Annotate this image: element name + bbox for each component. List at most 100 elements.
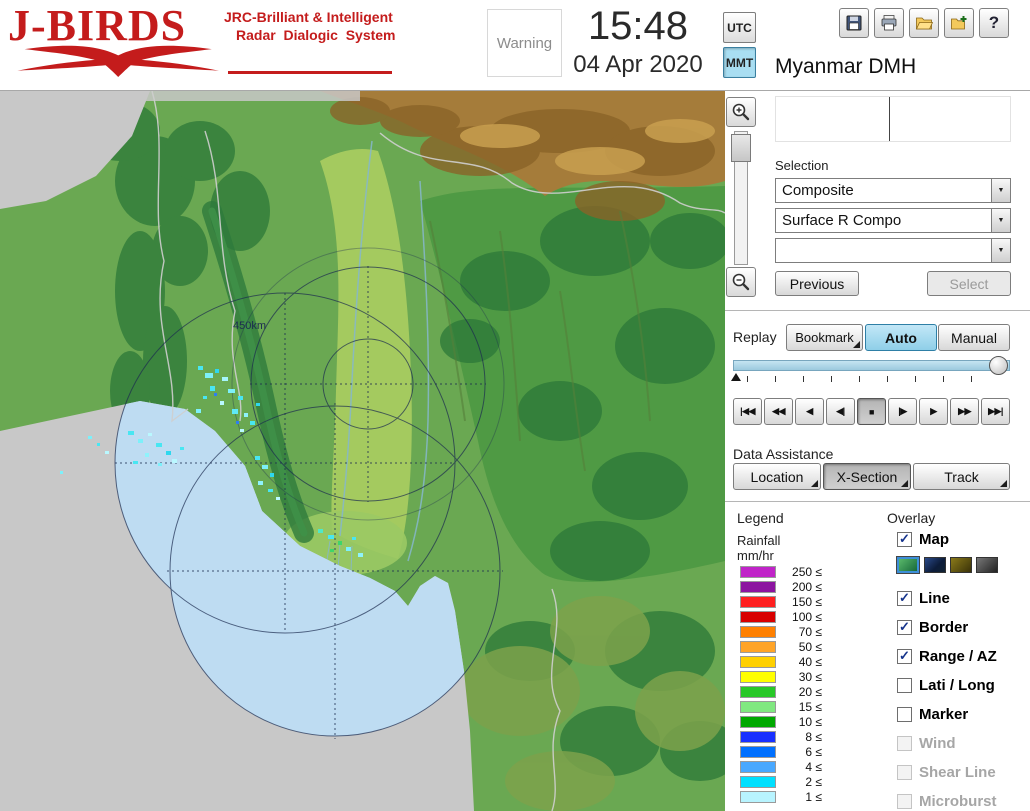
step-forward-button[interactable]: |▶: [888, 398, 917, 425]
track-button-label: Track: [944, 468, 979, 485]
timeline-tick: [971, 376, 972, 382]
location-button[interactable]: Location: [733, 463, 821, 490]
panel-separator: [725, 501, 1030, 502]
zoom-scrollbar-thumb[interactable]: [731, 134, 751, 162]
timeline-tick: [915, 376, 916, 382]
track-button[interactable]: Track: [913, 463, 1010, 490]
status-text-box[interactable]: [775, 96, 1011, 142]
legend-value-label: 2 ≤: [805, 775, 822, 789]
overlay-checkbox-shear-line: [897, 765, 912, 780]
print-button[interactable]: [874, 8, 904, 38]
composite-dropdown[interactable]: Composite ▼: [775, 178, 1011, 203]
help-icon: ?: [988, 13, 1000, 32]
jbirds-app: J-BIRDS JRC-Brilliant & Intelligent Rada…: [0, 0, 1030, 811]
overlay-label-line: Line: [919, 590, 950, 607]
timeline-tick: [831, 376, 832, 382]
radar-map-image[interactable]: 450km: [0, 90, 740, 811]
overlay-checkbox-microburst: [897, 794, 912, 809]
zoom-scrollbar[interactable]: [731, 131, 751, 265]
x-section-button[interactable]: X-Section: [823, 463, 911, 490]
overlay-checkbox-map[interactable]: ✓: [897, 532, 912, 547]
check-icon: ✓: [899, 619, 910, 634]
legend-color-swatch: [740, 581, 776, 593]
warning-status-box[interactable]: Warning: [487, 9, 562, 77]
corner-triangle-icon: [901, 480, 908, 487]
map-style-swatch-dark[interactable]: [976, 557, 998, 573]
overlay-checkbox-lati-long[interactable]: [897, 678, 912, 693]
overlay-title: Overlay: [887, 510, 936, 526]
app-logo-subtitle-2: Radar Dialogic System: [236, 27, 396, 43]
overlay-label-microburst: Microburst: [919, 793, 997, 810]
check-icon: ✓: [899, 648, 910, 663]
overlay-label-marker: Marker: [919, 706, 969, 723]
x-section-button-label: X-Section: [836, 468, 898, 485]
overlay-label-shear-line: Shear Line: [919, 764, 996, 781]
play-reverse-button[interactable]: ◀: [795, 398, 824, 425]
save-button[interactable]: [839, 8, 869, 38]
mmt-button[interactable]: MMT: [723, 47, 756, 78]
skip-to-end-button[interactable]: ▶▶|: [981, 398, 1010, 425]
select-button[interactable]: Select: [927, 271, 1011, 296]
utc-button[interactable]: UTC: [723, 12, 756, 43]
legend-unit-line2: mm/hr: [737, 548, 774, 563]
overlay-checkbox-border[interactable]: ✓: [897, 620, 912, 635]
legend-color-swatch: [740, 611, 776, 623]
overlay-checkbox-range-az[interactable]: ✓: [897, 649, 912, 664]
bookmark-button[interactable]: Bookmark: [786, 324, 863, 351]
zoom-in-button[interactable]: [726, 97, 756, 127]
add-window-button[interactable]: [944, 8, 974, 38]
legend-color-swatch: [740, 626, 776, 638]
legend-color-swatch: [740, 791, 776, 803]
overlay-checkbox-line[interactable]: ✓: [897, 591, 912, 606]
map-style-swatch-olive[interactable]: [950, 557, 972, 573]
data-assistance-label: Data Assistance: [733, 446, 834, 462]
product-dropdown-value: Surface R Compo: [782, 212, 902, 229]
legend-color-swatch: [740, 716, 776, 728]
corner-triangle-icon: [811, 480, 818, 487]
legend-value-label: 4 ≤: [805, 760, 822, 774]
overlay-checkbox-marker[interactable]: [897, 707, 912, 722]
location-button-label: Location: [750, 468, 804, 485]
legend-value-label: 20 ≤: [798, 685, 822, 699]
overlay-checkbox-wind: [897, 736, 912, 751]
play-button[interactable]: ▶: [919, 398, 948, 425]
legend-color-swatch: [740, 761, 776, 773]
legend-value-label: 40 ≤: [798, 655, 822, 669]
check-icon: ✓: [899, 531, 910, 546]
product-dropdown[interactable]: Surface R Compo ▼: [775, 208, 1011, 233]
org-title: Myanmar DMH: [775, 55, 917, 78]
range-ring-label: 450km: [233, 320, 266, 332]
extra-dropdown[interactable]: ▼: [775, 238, 1011, 263]
check-icon: ✓: [899, 590, 910, 605]
fast-rewind-button[interactable]: ◀◀: [764, 398, 793, 425]
map-style-swatch-navy[interactable]: [924, 557, 946, 573]
map-style-swatch-green[interactable]: [896, 556, 920, 574]
skip-to-start-button[interactable]: |◀◀: [733, 398, 762, 425]
open-button[interactable]: [909, 8, 939, 38]
zoom-out-button[interactable]: [726, 267, 756, 297]
save-icon: [846, 15, 862, 31]
legend-value-label: 10 ≤: [798, 715, 822, 729]
zoom-out-icon: [732, 273, 750, 291]
extra-dropdown-value: [776, 239, 991, 262]
legend-color-swatch: [740, 641, 776, 653]
chevron-down-icon: ▼: [997, 217, 1005, 224]
help-button[interactable]: ?: [979, 8, 1009, 38]
step-back-button[interactable]: ◀|: [826, 398, 855, 425]
legend-value-label: 150 ≤: [792, 595, 822, 609]
manual-mode-button[interactable]: Manual: [938, 324, 1010, 351]
stop-button[interactable]: ■: [857, 398, 886, 425]
legend-color-swatch: [740, 731, 776, 743]
fast-forward-button[interactable]: ▶▶: [950, 398, 979, 425]
radar-map[interactable]: 450km: [0, 90, 740, 811]
legend-value-label: 50 ≤: [798, 640, 822, 654]
timeline-slider-handle[interactable]: [989, 356, 1008, 375]
auto-mode-button[interactable]: Auto: [865, 324, 937, 351]
timeline-tick: [887, 376, 888, 382]
legend-value-label: 250 ≤: [792, 565, 822, 579]
previous-button[interactable]: Previous: [775, 271, 859, 296]
legend-value-label: 8 ≤: [805, 730, 822, 744]
replay-timeline-slider[interactable]: [733, 360, 1010, 371]
timeline-tick: [775, 376, 776, 382]
overlay-label-border: Border: [919, 619, 969, 636]
